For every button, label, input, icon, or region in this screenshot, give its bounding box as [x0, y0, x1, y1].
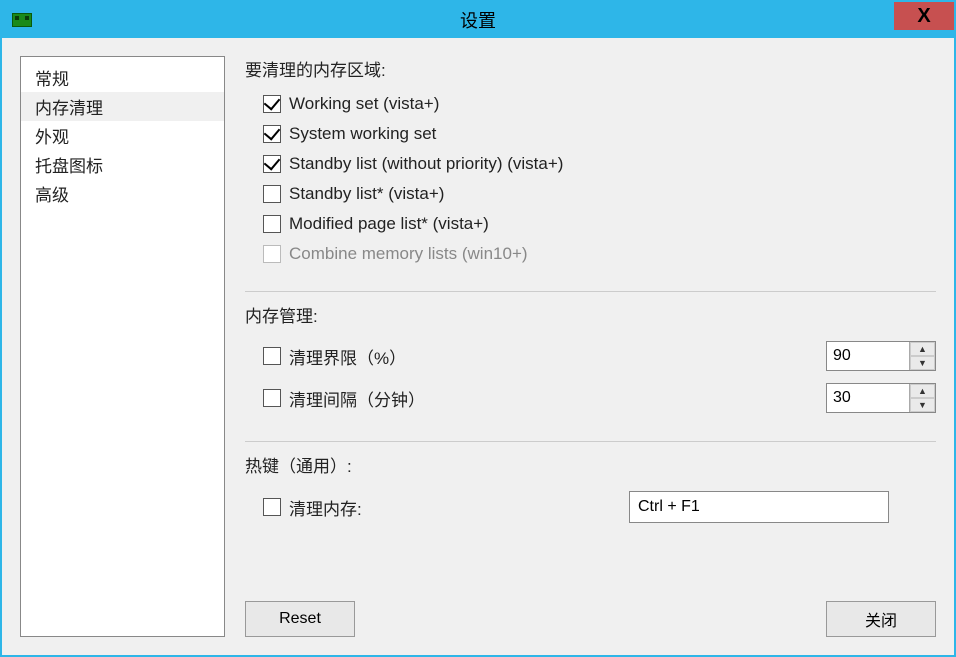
- sidebar-item-general[interactable]: 常规: [21, 63, 224, 92]
- close-icon[interactable]: X: [894, 2, 954, 30]
- divider: [245, 291, 936, 292]
- client-area: 常规 内存清理 外观 托盘图标 高级 要清理的内存区域: Working set…: [2, 38, 954, 655]
- label-threshold: 清理界限（%）: [289, 344, 826, 369]
- checkbox-row-combine-lists: Combine memory lists (win10+): [245, 239, 936, 269]
- spinner-threshold: ▲ ▼: [826, 341, 936, 371]
- sidebar-item-advanced[interactable]: 高级: [21, 179, 224, 208]
- spinner-interval: ▲ ▼: [826, 383, 936, 413]
- section-title-mgmt: 内存管理:: [245, 302, 936, 327]
- section-memory-areas: 要清理的内存区域: Working set (vista+) System wo…: [245, 56, 936, 269]
- checkbox-row-working-set: Working set (vista+): [245, 89, 936, 119]
- sidebar-item-tray-icon[interactable]: 托盘图标: [21, 150, 224, 179]
- label-working-set: Working set (vista+): [289, 94, 439, 114]
- hotkey-row-clean: 清理内存:: [245, 485, 936, 529]
- label-interval: 清理间隔（分钟）: [289, 386, 826, 411]
- mgmt-row-interval: 清理间隔（分钟） ▲ ▼: [245, 377, 936, 419]
- section-hotkey: 热键（通用）: 清理内存:: [245, 452, 936, 529]
- app-icon: [12, 13, 32, 27]
- spinner-up-threshold[interactable]: ▲: [910, 342, 935, 356]
- checkbox-threshold[interactable]: [263, 347, 281, 365]
- checkbox-row-modified-page-list: Modified page list* (vista+): [245, 209, 936, 239]
- mgmt-row-threshold: 清理界限（%） ▲ ▼: [245, 335, 936, 377]
- titlebar: 设置 X: [2, 2, 954, 38]
- checkbox-row-standby-list: Standby list* (vista+): [245, 179, 936, 209]
- label-modified-page-list: Modified page list* (vista+): [289, 214, 489, 234]
- spinner-down-interval[interactable]: ▼: [910, 398, 935, 412]
- checkbox-system-working-set[interactable]: [263, 125, 281, 143]
- checkbox-hotkey-clean[interactable]: [263, 498, 281, 516]
- input-interval[interactable]: [827, 384, 909, 412]
- window-title: 设置: [460, 7, 496, 33]
- label-standby-list: Standby list* (vista+): [289, 184, 444, 204]
- settings-window: 设置 X 常规 内存清理 外观 托盘图标 高级 要清理的内存区域: Workin…: [0, 0, 956, 657]
- sidebar: 常规 内存清理 外观 托盘图标 高级: [20, 56, 225, 637]
- sidebar-item-appearance[interactable]: 外观: [21, 121, 224, 150]
- input-threshold[interactable]: [827, 342, 909, 370]
- checkbox-standby-list[interactable]: [263, 185, 281, 203]
- section-memory-management: 内存管理: 清理界限（%） ▲ ▼ 清理间隔（分钟）: [245, 302, 936, 419]
- checkbox-row-system-working-set: System working set: [245, 119, 936, 149]
- checkbox-row-standby-no-priority: Standby list (without priority) (vista+): [245, 149, 936, 179]
- label-hotkey-clean: 清理内存:: [289, 495, 629, 520]
- content-panel: 要清理的内存区域: Working set (vista+) System wo…: [245, 56, 936, 637]
- spinner-btns-threshold: ▲ ▼: [909, 342, 935, 370]
- checkbox-modified-page-list[interactable]: [263, 215, 281, 233]
- checkbox-working-set[interactable]: [263, 95, 281, 113]
- spinner-btns-interval: ▲ ▼: [909, 384, 935, 412]
- reset-button[interactable]: Reset: [245, 601, 355, 637]
- spinner-up-interval[interactable]: ▲: [910, 384, 935, 398]
- spinner-down-threshold[interactable]: ▼: [910, 356, 935, 370]
- sidebar-item-memory-clean[interactable]: 内存清理: [21, 92, 224, 121]
- label-standby-no-priority: Standby list (without priority) (vista+): [289, 154, 563, 174]
- checkbox-combine-lists: [263, 245, 281, 263]
- close-button[interactable]: 关闭: [826, 601, 936, 637]
- checkbox-standby-no-priority[interactable]: [263, 155, 281, 173]
- section-title-areas: 要清理的内存区域:: [245, 56, 936, 81]
- section-title-hotkey: 热键（通用）:: [245, 452, 936, 477]
- input-hotkey-clean[interactable]: [629, 491, 889, 523]
- button-row: Reset 关闭: [245, 589, 936, 637]
- label-combine-lists: Combine memory lists (win10+): [289, 244, 528, 264]
- divider: [245, 441, 936, 442]
- label-system-working-set: System working set: [289, 124, 436, 144]
- checkbox-interval[interactable]: [263, 389, 281, 407]
